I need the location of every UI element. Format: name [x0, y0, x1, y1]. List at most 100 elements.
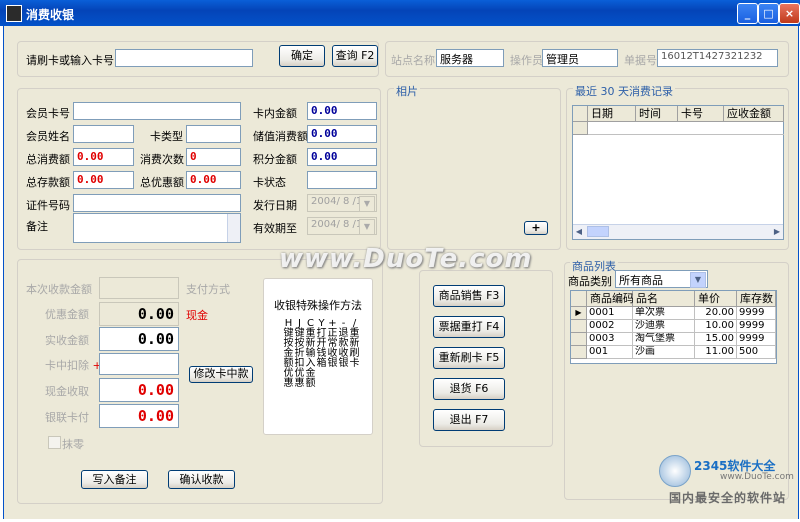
- sell-button[interactable]: 商品销售 F3: [433, 285, 505, 307]
- product-stock: 9999: [737, 307, 776, 320]
- shortcut-help-title: 收银特殊操作方法: [274, 299, 362, 312]
- balance-field: 0.00: [307, 102, 377, 120]
- col-stock[interactable]: 库存数: [737, 291, 776, 307]
- member-name-field[interactable]: [73, 125, 134, 143]
- scroll-thumb[interactable]: [587, 226, 609, 237]
- product-price: 20.00: [695, 307, 737, 320]
- round-off-label: 抹零: [62, 438, 84, 451]
- chevron-down-icon: ▼: [359, 196, 375, 211]
- card-deduct-field[interactable]: [99, 353, 179, 375]
- id-no-field[interactable]: [73, 194, 241, 212]
- round-off-checkbox[interactable]: [48, 436, 61, 449]
- total-discount-label: 总优惠额: [140, 176, 184, 189]
- stored-consume-field: 0.00: [307, 125, 377, 143]
- reprint-button[interactable]: 票据重打 F4: [433, 316, 505, 338]
- member-name-label: 会员姓名: [26, 130, 70, 143]
- operator-field: 管理员: [542, 49, 618, 67]
- remark-scrollbar[interactable]: [227, 214, 240, 242]
- product-name: 沙迪票: [633, 320, 695, 333]
- card-status-field: [307, 171, 377, 189]
- table-row[interactable]: 001 沙画 11.00 500: [587, 346, 776, 359]
- col-product-name[interactable]: 品名: [633, 291, 695, 307]
- modify-card-button[interactable]: 修改卡中款: [189, 366, 253, 383]
- product-grid[interactable]: 商品编码 品名 单价 库存数 ▶ 0001 单次票 20.00 9999 000…: [570, 290, 777, 364]
- product-code: 0002: [587, 320, 633, 333]
- category-value: 所有商品: [619, 274, 663, 287]
- help-line-3: C 重新输入金额: [305, 318, 316, 389]
- site-field: 服务器: [436, 49, 504, 67]
- minimize-button[interactable]: _: [737, 3, 758, 24]
- row-header: [571, 320, 587, 333]
- product-name: 沙画: [633, 346, 695, 359]
- help-line-7: / 重新刷卡: [349, 318, 360, 369]
- card-type-label: 卡类型: [150, 130, 183, 143]
- col-date[interactable]: 日期: [588, 106, 636, 122]
- scroll-left-icon[interactable]: ◀: [573, 225, 585, 238]
- row-header: [571, 333, 587, 346]
- consume-count-field: 0: [186, 148, 241, 166]
- col-time[interactable]: 时间: [636, 106, 678, 122]
- photo-panel: 相片 +: [387, 83, 561, 250]
- site-label: 站点名称: [391, 54, 435, 67]
- table-row[interactable]: 0001 单次票 20.00 9999: [587, 307, 776, 320]
- maximize-button[interactable]: □: [758, 3, 779, 24]
- col-receivable[interactable]: 应收金额: [724, 106, 784, 122]
- pay-method-label: 支付方式: [186, 283, 230, 296]
- card-no-label: 会员卡号: [26, 107, 70, 120]
- discount-field: 0.00: [99, 302, 179, 326]
- table-row[interactable]: 0002 沙迪票 10.00 9999: [587, 320, 776, 333]
- table-row[interactable]: 0003 淘气堡票 15.00 9999: [587, 333, 776, 346]
- recent-records-grid[interactable]: 日期 时间 卡号 应收金额 ◀ ▶: [572, 105, 784, 240]
- chevron-down-icon: ▼: [359, 219, 375, 234]
- col-card-no[interactable]: 卡号: [678, 106, 724, 122]
- exit-button[interactable]: 退出 F7: [433, 409, 505, 431]
- col-price[interactable]: 单价: [695, 291, 737, 307]
- stored-consume-label: 储值消费额: [253, 130, 308, 143]
- remark-textarea[interactable]: [73, 213, 241, 243]
- grid-corner: [571, 291, 587, 307]
- refund-button[interactable]: 退货 F6: [433, 378, 505, 400]
- product-code: 0001: [587, 307, 633, 320]
- query-button[interactable]: 查询 F2: [332, 45, 378, 67]
- total-consume-label: 总消费额: [26, 153, 70, 166]
- scroll-right-icon[interactable]: ▶: [771, 225, 783, 238]
- balance-label: 卡内金额: [253, 107, 297, 120]
- write-remark-button[interactable]: 写入备注: [81, 470, 148, 489]
- reswipe-button[interactable]: 重新刷卡 F5: [433, 347, 505, 369]
- confirm-button[interactable]: 确定: [279, 45, 325, 67]
- col-product-code[interactable]: 商品编码: [587, 291, 634, 307]
- card-type-field[interactable]: [186, 125, 241, 143]
- close-button[interactable]: ×: [779, 3, 800, 24]
- consume-count-label: 消费次数: [140, 153, 184, 166]
- amount-field: [99, 277, 179, 299]
- cash-in-field[interactable]: 0.00: [99, 378, 179, 402]
- confirm-payment-button[interactable]: 确认收款: [168, 470, 235, 489]
- operator-label: 操作员: [510, 54, 543, 67]
- product-stock: 9999: [737, 333, 776, 346]
- received-field[interactable]: 0.00: [99, 327, 179, 351]
- unionpay-field[interactable]: 0.00: [99, 404, 179, 428]
- help-line-1: H 键按金额优惠: [283, 318, 294, 389]
- points-label: 积分金额: [253, 153, 297, 166]
- photo-label: 相片: [394, 83, 420, 99]
- expire-date-picker: 2004/ 8 /19 ▼: [307, 217, 377, 235]
- product-list-label: 商品列表: [570, 258, 618, 274]
- add-photo-button[interactable]: +: [524, 221, 548, 235]
- category-select[interactable]: 所有商品 ▼: [615, 270, 708, 288]
- recent-records-label: 最近 30 天消费记录: [573, 83, 675, 99]
- discount-label: 优惠金额: [45, 308, 89, 321]
- help-line-2: J 键按折扣优惠: [294, 318, 305, 389]
- expire-date-label: 有效期至: [253, 222, 297, 235]
- card-no-field[interactable]: [73, 102, 241, 120]
- title-bar: 消费收银 _ □ ×: [0, 0, 800, 26]
- store-info-panel: 站点名称 服务器 操作员 管理员 单据号 16012T1427321232: [385, 41, 789, 77]
- empty-row: [588, 122, 784, 135]
- window-client: 请刷卡或输入卡号 确定 查询 F2 站点名称 服务器 操作员 管理员 单据号 1…: [3, 26, 799, 519]
- chevron-down-icon[interactable]: ▼: [690, 272, 706, 288]
- member-info-panel: 会员卡号 会员姓名 卡类型 总消费额 0.00 消费次数 0 总存款额 0.00…: [17, 88, 381, 250]
- row-header: [571, 346, 587, 359]
- cash-method-label: 现金: [186, 309, 208, 322]
- product-price: 10.00: [695, 320, 737, 333]
- horizontal-scrollbar[interactable]: ◀ ▶: [573, 224, 783, 239]
- card-entry-input[interactable]: [115, 49, 253, 67]
